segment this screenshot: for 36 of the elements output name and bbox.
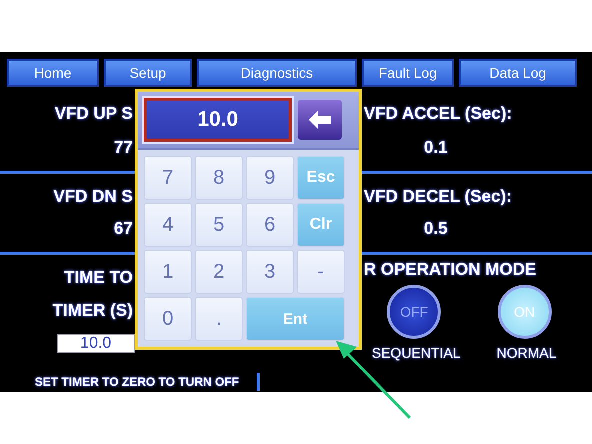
nav-tab[interactable]: Setup: [104, 59, 192, 87]
keypad-key[interactable]: 4: [144, 203, 192, 247]
mode-label: NORMAL: [496, 345, 557, 361]
nav-tab[interactable]: Fault Log: [362, 59, 454, 87]
field-label: VFD UP S: [54, 104, 134, 124]
field-value: 0.5: [423, 219, 449, 240]
field-label: VFD DN S: [52, 186, 134, 207]
keypad-key[interactable]: 6: [246, 203, 294, 247]
section-heading: R OPERATION MODE: [363, 260, 538, 280]
keypad-key[interactable]: 7: [144, 156, 192, 200]
left-arrow-icon: [309, 111, 331, 129]
value-display: 10.0: [144, 98, 292, 142]
backspace-button[interactable]: [298, 100, 342, 140]
field-label: VFD DECEL (Sec):: [363, 186, 513, 207]
keypad-key[interactable]: -: [297, 250, 345, 294]
nav-tab[interactable]: Diagnostics: [197, 59, 357, 87]
keypad-key[interactable]: 9: [246, 156, 294, 200]
timer-field[interactable]: 10.0: [57, 334, 135, 353]
keypad-key[interactable]: 0: [144, 297, 192, 341]
section-heading: TIME TO: [63, 268, 134, 288]
field-value: 77: [113, 138, 134, 158]
field-value: 67: [113, 219, 134, 240]
field-label: TIMER (S): [52, 301, 134, 321]
field-label: VFD ACCEL (Sec):: [363, 104, 514, 124]
keypad-key[interactable]: 5: [195, 203, 243, 247]
nav-tab[interactable]: Home: [7, 59, 99, 87]
hint-text: SET TIMER TO ZERO TO TURN OFF: [35, 375, 240, 389]
keypad-key[interactable]: 2: [195, 250, 243, 294]
field-value: 0.1: [423, 138, 449, 158]
keypad-key[interactable]: 8: [195, 156, 243, 200]
keypad-key[interactable]: 1: [144, 250, 192, 294]
nav-tab[interactable]: Data Log: [459, 59, 577, 87]
mode-label: SEQUENTIAL: [371, 345, 461, 361]
keypad-key[interactable]: .: [195, 297, 243, 341]
toggle-button[interactable]: OFF: [387, 285, 442, 339]
keypad-key[interactable]: 3: [246, 250, 294, 294]
